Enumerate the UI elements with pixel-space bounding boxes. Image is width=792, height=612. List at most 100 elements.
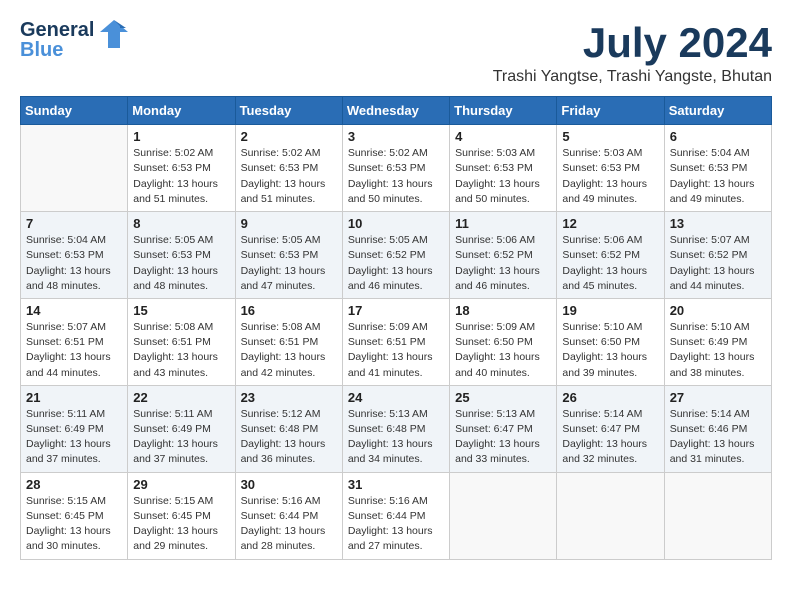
- page-header: General Blue July 2024 Trashi Yangtse, T…: [20, 20, 772, 86]
- day-info: Sunrise: 5:07 AMSunset: 6:52 PMDaylight:…: [670, 233, 766, 294]
- weekday-header-tuesday: Tuesday: [235, 97, 342, 125]
- calendar-cell: 15 Sunrise: 5:08 AMSunset: 6:51 PMDayligh…: [128, 298, 235, 385]
- day-number: 10: [348, 216, 444, 231]
- day-info: Sunrise: 5:12 AMSunset: 6:48 PMDaylight:…: [241, 407, 337, 468]
- day-number: 27: [670, 390, 766, 405]
- day-info: Sunrise: 5:15 AMSunset: 6:45 PMDaylight:…: [133, 494, 229, 555]
- day-info: Sunrise: 5:09 AMSunset: 6:50 PMDaylight:…: [455, 320, 551, 381]
- calendar-cell: 31 Sunrise: 5:16 AMSunset: 6:44 PMDayligh…: [342, 472, 449, 559]
- day-info: Sunrise: 5:03 AMSunset: 6:53 PMDaylight:…: [455, 146, 551, 207]
- calendar-cell: 29 Sunrise: 5:15 AMSunset: 6:45 PMDayligh…: [128, 472, 235, 559]
- calendar-week-row: 1 Sunrise: 5:02 AMSunset: 6:53 PMDaylight…: [21, 125, 772, 212]
- day-number: 22: [133, 390, 229, 405]
- day-info: Sunrise: 5:05 AMSunset: 6:53 PMDaylight:…: [133, 233, 229, 294]
- calendar-cell: 12Sunrise: 5:06 AMSunset: 6:52 PMDayligh…: [557, 212, 664, 299]
- day-number: 9: [241, 216, 337, 231]
- day-info: Sunrise: 5:14 AMSunset: 6:46 PMDaylight:…: [670, 407, 766, 468]
- day-info: Sunrise: 5:05 AMSunset: 6:52 PMDaylight:…: [348, 233, 444, 294]
- calendar-cell: 22 Sunrise: 5:11 AMSunset: 6:49 PMDayligh…: [128, 385, 235, 472]
- day-number: 12: [562, 216, 658, 231]
- day-info: Sunrise: 5:11 AMSunset: 6:49 PMDaylight:…: [26, 407, 122, 468]
- calendar-cell: 14 Sunrise: 5:07 AMSunset: 6:51 PMDayligh…: [21, 298, 128, 385]
- calendar-cell: [450, 472, 557, 559]
- calendar-cell: 18 Sunrise: 5:09 AMSunset: 6:50 PMDayligh…: [450, 298, 557, 385]
- day-info: Sunrise: 5:05 AMSunset: 6:53 PMDaylight:…: [241, 233, 337, 294]
- calendar-cell: [21, 125, 128, 212]
- day-number: 5: [562, 129, 658, 144]
- day-number: 19: [562, 303, 658, 318]
- calendar-week-row: 21 Sunrise: 5:11 AMSunset: 6:49 PMDayligh…: [21, 385, 772, 472]
- day-number: 18: [455, 303, 551, 318]
- logo-general: General: [20, 20, 94, 40]
- day-info: Sunrise: 5:09 AMSunset: 6:51 PMDaylight:…: [348, 320, 444, 381]
- day-number: 23: [241, 390, 337, 405]
- day-number: 1: [133, 129, 229, 144]
- day-info: Sunrise: 5:10 AMSunset: 6:50 PMDaylight:…: [562, 320, 658, 381]
- logo-bird-icon: [100, 18, 128, 55]
- calendar-cell: 26Sunrise: 5:14 AMSunset: 6:47 PMDayligh…: [557, 385, 664, 472]
- calendar-cell: [557, 472, 664, 559]
- calendar-cell: 25 Sunrise: 5:13 AMSunset: 6:47 PMDayligh…: [450, 385, 557, 472]
- day-info: Sunrise: 5:07 AMSunset: 6:51 PMDaylight:…: [26, 320, 122, 381]
- day-info: Sunrise: 5:02 AMSunset: 6:53 PMDaylight:…: [133, 146, 229, 207]
- calendar-cell: 5 Sunrise: 5:03 AMSunset: 6:53 PMDaylight…: [557, 125, 664, 212]
- calendar-cell: 8Sunrise: 5:05 AMSunset: 6:53 PMDaylight…: [128, 212, 235, 299]
- day-info: Sunrise: 5:02 AMSunset: 6:53 PMDaylight:…: [348, 146, 444, 207]
- day-number: 31: [348, 477, 444, 492]
- day-info: Sunrise: 5:10 AMSunset: 6:49 PMDaylight:…: [670, 320, 766, 381]
- location-title: Trashi Yangtse, Trashi Yangste, Bhutan: [493, 68, 772, 86]
- day-info: Sunrise: 5:04 AMSunset: 6:53 PMDaylight:…: [670, 146, 766, 207]
- calendar-cell: 23 Sunrise: 5:12 AMSunset: 6:48 PMDayligh…: [235, 385, 342, 472]
- day-info: Sunrise: 5:04 AMSunset: 6:53 PMDaylight:…: [26, 233, 122, 294]
- calendar-week-row: 28 Sunrise: 5:15 AMSunset: 6:45 PMDayligh…: [21, 472, 772, 559]
- day-number: 11: [455, 216, 551, 231]
- logo-blue: Blue: [20, 40, 94, 60]
- calendar-cell: 1 Sunrise: 5:02 AMSunset: 6:53 PMDaylight…: [128, 125, 235, 212]
- day-number: 21: [26, 390, 122, 405]
- day-number: 20: [670, 303, 766, 318]
- calendar-cell: 6Sunrise: 5:04 AMSunset: 6:53 PMDaylight…: [664, 125, 771, 212]
- day-info: Sunrise: 5:06 AMSunset: 6:52 PMDaylight:…: [455, 233, 551, 294]
- calendar-cell: 11 Sunrise: 5:06 AMSunset: 6:52 PMDayligh…: [450, 212, 557, 299]
- day-info: Sunrise: 5:13 AMSunset: 6:47 PMDaylight:…: [455, 407, 551, 468]
- day-number: 3: [348, 129, 444, 144]
- month-title: July 2024: [493, 20, 772, 66]
- day-info: Sunrise: 5:16 AMSunset: 6:44 PMDaylight:…: [241, 494, 337, 555]
- weekday-header-saturday: Saturday: [664, 97, 771, 125]
- day-number: 2: [241, 129, 337, 144]
- calendar-week-row: 14 Sunrise: 5:07 AMSunset: 6:51 PMDayligh…: [21, 298, 772, 385]
- day-number: 25: [455, 390, 551, 405]
- calendar-cell: 20 Sunrise: 5:10 AMSunset: 6:49 PMDayligh…: [664, 298, 771, 385]
- day-info: Sunrise: 5:08 AMSunset: 6:51 PMDaylight:…: [133, 320, 229, 381]
- day-info: Sunrise: 5:03 AMSunset: 6:53 PMDaylight:…: [562, 146, 658, 207]
- day-number: 29: [133, 477, 229, 492]
- calendar-cell: 30 Sunrise: 5:16 AMSunset: 6:44 PMDayligh…: [235, 472, 342, 559]
- day-number: 7: [26, 216, 122, 231]
- calendar-table: SundayMondayTuesdayWednesdayThursdayFrid…: [20, 96, 772, 559]
- calendar-cell: [664, 472, 771, 559]
- calendar-cell: 21 Sunrise: 5:11 AMSunset: 6:49 PMDayligh…: [21, 385, 128, 472]
- day-number: 30: [241, 477, 337, 492]
- weekday-header-sunday: Sunday: [21, 97, 128, 125]
- day-info: Sunrise: 5:11 AMSunset: 6:49 PMDaylight:…: [133, 407, 229, 468]
- weekday-header-row: SundayMondayTuesdayWednesdayThursdayFrid…: [21, 97, 772, 125]
- day-info: Sunrise: 5:13 AMSunset: 6:48 PMDaylight:…: [348, 407, 444, 468]
- day-info: Sunrise: 5:14 AMSunset: 6:47 PMDaylight:…: [562, 407, 658, 468]
- day-number: 15: [133, 303, 229, 318]
- weekday-header-thursday: Thursday: [450, 97, 557, 125]
- day-number: 28: [26, 477, 122, 492]
- calendar-cell: 13 Sunrise: 5:07 AMSunset: 6:52 PMDayligh…: [664, 212, 771, 299]
- day-number: 24: [348, 390, 444, 405]
- day-info: Sunrise: 5:02 AMSunset: 6:53 PMDaylight:…: [241, 146, 337, 207]
- calendar-week-row: 7 Sunrise: 5:04 AMSunset: 6:53 PMDaylight…: [21, 212, 772, 299]
- day-number: 4: [455, 129, 551, 144]
- calendar-cell: 3 Sunrise: 5:02 AMSunset: 6:53 PMDaylight…: [342, 125, 449, 212]
- calendar-cell: 7 Sunrise: 5:04 AMSunset: 6:53 PMDaylight…: [21, 212, 128, 299]
- day-number: 13: [670, 216, 766, 231]
- day-number: 14: [26, 303, 122, 318]
- calendar-cell: 17Sunrise: 5:09 AMSunset: 6:51 PMDayligh…: [342, 298, 449, 385]
- day-info: Sunrise: 5:16 AMSunset: 6:44 PMDaylight:…: [348, 494, 444, 555]
- calendar-cell: 4 Sunrise: 5:03 AMSunset: 6:53 PMDaylight…: [450, 125, 557, 212]
- calendar-cell: 28Sunrise: 5:15 AMSunset: 6:45 PMDayligh…: [21, 472, 128, 559]
- calendar-cell: 9 Sunrise: 5:05 AMSunset: 6:53 PMDaylight…: [235, 212, 342, 299]
